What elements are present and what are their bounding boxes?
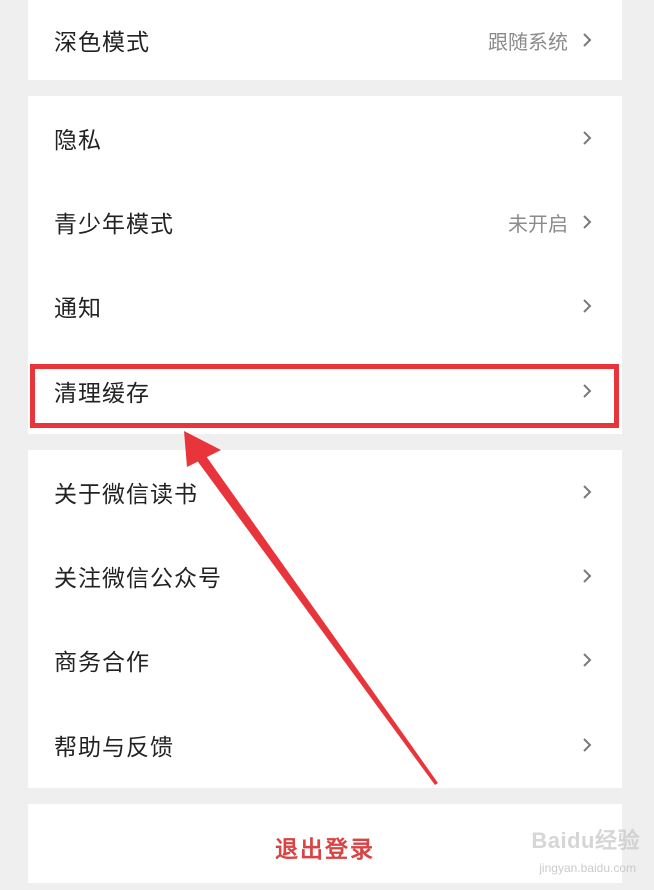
setting-notifications[interactable]: 通知 (28, 264, 622, 348)
setting-help[interactable]: 帮助与反馈 (28, 702, 622, 788)
setting-teen-mode[interactable]: 青少年模式 未开启 (28, 180, 622, 264)
setting-clear-cache[interactable]: 清理缓存 (28, 348, 622, 434)
business-label: 商务合作 (54, 650, 150, 676)
teen-mode-label: 青少年模式 (54, 212, 174, 238)
settings-card-about: 关于微信读书 关注微信公众号 商务合作 帮助与反馈 (28, 450, 622, 788)
setting-dark-mode[interactable]: 深色模式 跟随系统 (28, 0, 622, 80)
settings-card-general: 隐私 青少年模式 未开启 通知 清理缓存 (28, 96, 622, 434)
privacy-label: 隐私 (54, 128, 102, 154)
chevron-right-icon (583, 384, 592, 398)
about-label: 关于微信读书 (54, 482, 198, 508)
dark-mode-value: 跟随系统 (488, 29, 568, 54)
baidu-watermark: Baidu经验 (531, 828, 640, 853)
chevron-right-icon (583, 33, 592, 47)
help-label: 帮助与反馈 (54, 735, 174, 761)
teen-mode-value: 未开启 (508, 211, 568, 236)
setting-about[interactable]: 关于微信读书 (28, 450, 622, 534)
setting-follow[interactable]: 关注微信公众号 (28, 534, 622, 618)
chevron-right-icon (583, 738, 592, 752)
notifications-label: 通知 (54, 296, 102, 322)
logout-label: 退出登录 (275, 837, 375, 863)
settings-card-display: 深色模式 跟随系统 (28, 0, 622, 80)
baidu-watermark-url: jingyan.baidu.com (539, 861, 636, 875)
chevron-right-icon (583, 653, 592, 667)
setting-business[interactable]: 商务合作 (28, 618, 622, 702)
chevron-right-icon (583, 569, 592, 583)
chevron-right-icon (583, 131, 592, 145)
dark-mode-label: 深色模式 (54, 30, 150, 56)
follow-label: 关注微信公众号 (54, 566, 222, 592)
chevron-right-icon (583, 299, 592, 313)
setting-privacy[interactable]: 隐私 (28, 96, 622, 180)
chevron-right-icon (583, 215, 592, 229)
chevron-right-icon (583, 485, 592, 499)
clear-cache-label: 清理缓存 (54, 381, 150, 407)
